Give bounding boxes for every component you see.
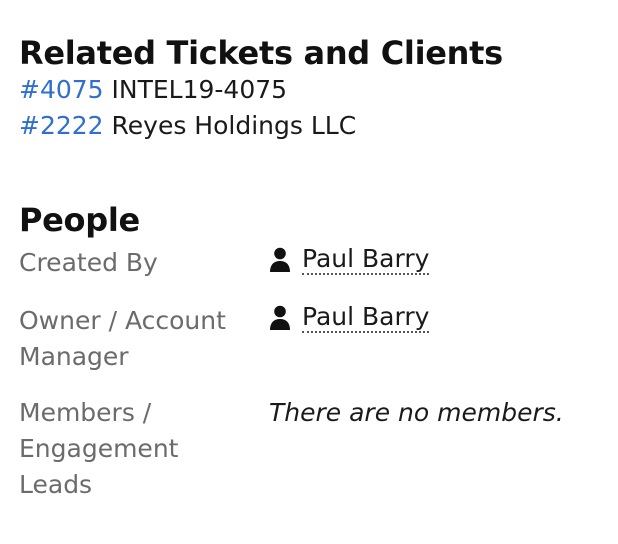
created-by-value: Paul Barry [269,244,430,283]
created-by-label: Created By [19,248,158,277]
owner-row: Owner / Account Manager Paul Barry [19,303,609,375]
person-name: Paul Barry [302,244,430,275]
user-icon [270,305,290,330]
members-empty-message: There are no members. [269,398,564,427]
people-section: People Created By Paul Barry Owner / Acc… [19,201,609,503]
client-link-2222[interactable]: #2222 [19,111,104,140]
owner-label: Owner / Account Manager [19,306,226,371]
user-icon [270,247,290,272]
ticket-link-4075[interactable]: #4075 [19,75,104,104]
members-label: Members / Engagement Leads [19,398,179,499]
owner-value: Paul Barry [269,302,430,341]
related-tickets-section: Related Tickets and Clients #4075 INTEL1… [19,34,503,144]
client-name: Reyes Holdings LLC [111,111,357,140]
related-ticket-row: #4075 INTEL19-4075 [19,72,503,108]
members-row: Members / Engagement Leads There are no … [19,395,609,503]
people-section-title: People [19,201,140,239]
related-section-title: Related Tickets and Clients [19,34,503,72]
created-by-row: Created By Paul Barry [19,245,609,281]
created-by-person-link[interactable]: Paul Barry [269,244,430,275]
person-name: Paul Barry [302,302,430,333]
related-client-row: #2222 Reyes Holdings LLC [19,108,503,144]
owner-person-link[interactable]: Paul Barry [269,302,430,333]
ticket-name: INTEL19-4075 [111,75,288,104]
